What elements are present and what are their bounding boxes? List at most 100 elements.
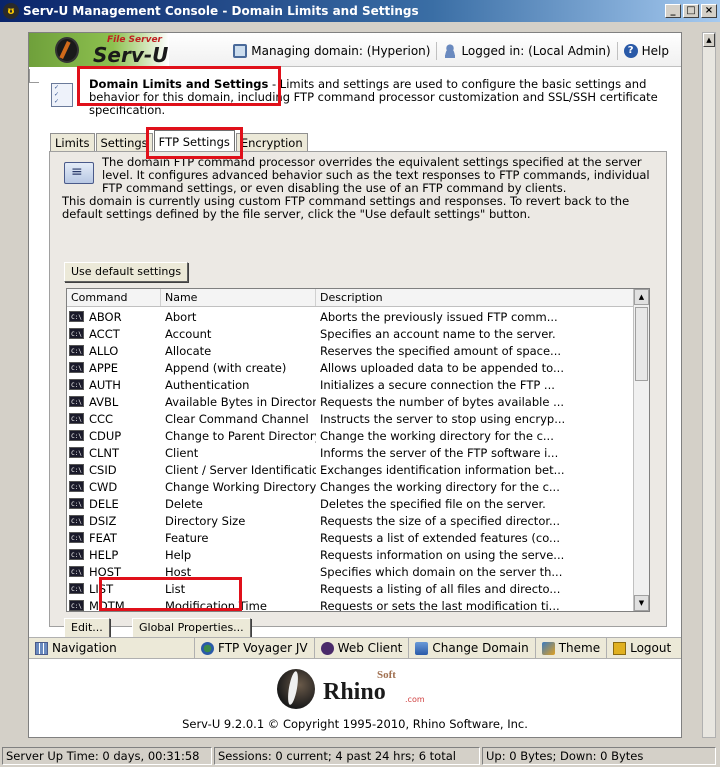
close-button[interactable]: × [701,4,717,18]
ftp-voyager-link[interactable]: FTP Voyager JV [195,638,315,658]
use-default-settings-button[interactable]: Use default settings [64,262,189,282]
section-description: Domain Limits and Settings - Limits and … [89,78,669,117]
theme-label: Theme [558,641,601,655]
command-prompt-icon: C:\ [69,515,84,526]
command-name: Change to Parent Directory [165,428,316,443]
command-description: Change the working directory for the c..… [320,428,554,443]
table-row[interactable]: C:\ DELE Delete Deletes the specified file … [67,495,635,512]
ftp-commands-table[interactable]: Command Name Description C:\ ABOR Abort Abo… [66,288,650,612]
command-prompt-icon: C:\ [69,464,84,475]
command-name: Allocate [165,343,212,358]
edit-button[interactable]: Edit... [64,618,110,638]
scroll-down-arrow-icon[interactable]: ▼ [634,595,649,611]
command-code: HELP [89,547,119,562]
collapse-corner[interactable] [29,69,39,83]
web-client-link[interactable]: Web Client [315,638,410,658]
command-prompt-icon: C:\ [69,566,84,577]
table-row[interactable]: C:\ CDUP Change to Parent Directory Change … [67,427,635,444]
table-row[interactable]: C:\ CLNT Client Informs the server of the F… [67,444,635,461]
command-prompt-icon: C:\ [69,583,84,594]
command-prompt-icon: C:\ [69,379,84,390]
command-code: DELE [89,496,119,511]
rhino-brand: Rhino [323,679,386,705]
command-code: MDTM [89,598,125,612]
table-row[interactable]: C:\ LIST List Requests a listing of all fil… [67,580,635,597]
column-header-description[interactable]: Description [316,289,635,306]
tab-limits[interactable]: Limits [50,133,95,152]
table-row[interactable]: C:\ CWD Change Working Directory Changes th… [67,478,635,495]
help-label: Help [641,44,669,58]
command-prompt-icon: C:\ [69,311,84,322]
scroll-thumb[interactable] [635,307,648,381]
command-description: Requests the size of a specified directo… [320,513,560,528]
command-description: Aborts the previously issued FTP comm... [320,309,558,324]
rhino-soft: Soft [377,669,396,681]
help-link[interactable]: ? Help [616,42,675,60]
tab-encryption[interactable]: Encryption [235,133,308,152]
command-name: Help [165,547,192,562]
command-prompt-icon: C:\ [69,430,84,441]
command-description: Allows uploaded data to be appended to..… [320,360,564,375]
tab-ftp-settings[interactable]: FTP Settings [153,130,235,152]
minimize-button[interactable]: _ [665,4,681,18]
window-scroll-up-icon[interactable]: ▲ [703,33,715,47]
table-row[interactable]: C:\ AUTH Authentication Initializes a secur… [67,376,635,393]
command-code: LIST [89,581,114,596]
command-cell: C:\ CSID [67,463,161,477]
logout-link[interactable]: Logout [607,638,677,658]
rhino-orb-icon [277,669,315,709]
table-row[interactable]: C:\ HOST Host Specifies which domain on the… [67,563,635,580]
managing-domain[interactable]: Managing domain: (Hyperion) [227,42,436,60]
table-row[interactable]: C:\ APPE Append (with create) Allows upload… [67,359,635,376]
rhinosoft-logo[interactable]: Rhino Soft .com [277,669,437,709]
command-name: Client / Server Identification [165,462,316,477]
custom-settings-info: This domain is currently using custom FT… [62,194,630,221]
command-cell: C:\ DELE [67,497,161,511]
table-row[interactable]: C:\ ALLO Allocate Reserves the specified am… [67,342,635,359]
theme-link[interactable]: Theme [536,638,608,658]
web-client-label: Web Client [337,641,403,655]
table-row[interactable]: C:\ HELP Help Requests information on using… [67,546,635,563]
table-row[interactable]: C:\ FEAT Feature Requests a list of extende… [67,529,635,546]
table-row[interactable]: C:\ CSID Client / Server Identification Exc… [67,461,635,478]
section-title: Domain Limits and Settings [89,77,269,91]
table-row[interactable]: C:\ ABOR Abort Aborts the previously issued… [67,308,635,325]
table-row[interactable]: C:\ ACCT Account Specifies an account name … [67,325,635,342]
navigation-icon [35,641,48,655]
command-name: Feature [165,530,209,545]
change-domain-link[interactable]: Change Domain [409,638,536,658]
table-scrollbar[interactable]: ▲ ▼ [633,289,649,611]
command-code: DSIZ [89,513,117,528]
table-row[interactable]: C:\ CCC Clear Command Channel Instructs the… [67,410,635,427]
column-header-command[interactable]: Command [67,289,161,306]
command-cell: C:\ CWD [67,480,161,494]
command-description: Informs the server of the FTP software i… [320,445,559,460]
table-row[interactable]: C:\ AVBL Available Bytes in Directory Reque… [67,393,635,410]
scroll-up-arrow-icon[interactable]: ▲ [634,289,649,305]
window-scrollbar[interactable]: ▲ [702,32,716,738]
window-title-bar[interactable]: ʊ Serv-U Management Console - Domain Lim… [0,0,720,22]
logged-in-user[interactable]: Logged in: (Local Admin) [436,42,616,60]
command-code: APPE [89,360,119,375]
serv-u-app-icon: ʊ [3,3,19,19]
command-cell: C:\ AVBL [67,395,161,409]
tab-settings[interactable]: Settings [95,133,153,152]
table-row[interactable]: C:\ MDTM Modification Time Requests or sets… [67,597,635,612]
command-prompt-icon: C:\ [69,447,84,458]
managing-domain-label: Managing domain: (Hyperion) [251,44,431,58]
command-cell: C:\ CCC [67,412,161,426]
maximize-button[interactable]: □ [683,4,699,18]
copyright-text: Serv-U 9.2.0.1 © Copyright 1995-2010, Rh… [182,717,528,731]
logout-label: Logout [630,641,672,655]
table-row[interactable]: C:\ DSIZ Directory Size Requests the size o… [67,512,635,529]
navigation-toggle[interactable]: Navigation [29,638,195,658]
command-cell: C:\ HELP [67,548,161,562]
global-properties-button[interactable]: Global Properties... [132,618,251,638]
command-cell: C:\ ALLO [67,344,161,358]
command-description: Exchanges identification information bet… [320,462,565,477]
command-code: CCC [89,411,114,426]
command-code: AVBL [89,394,119,409]
processor-info: The domain FTP command processor overrid… [102,155,650,195]
command-code: CWD [89,479,118,494]
column-header-name[interactable]: Name [161,289,316,306]
